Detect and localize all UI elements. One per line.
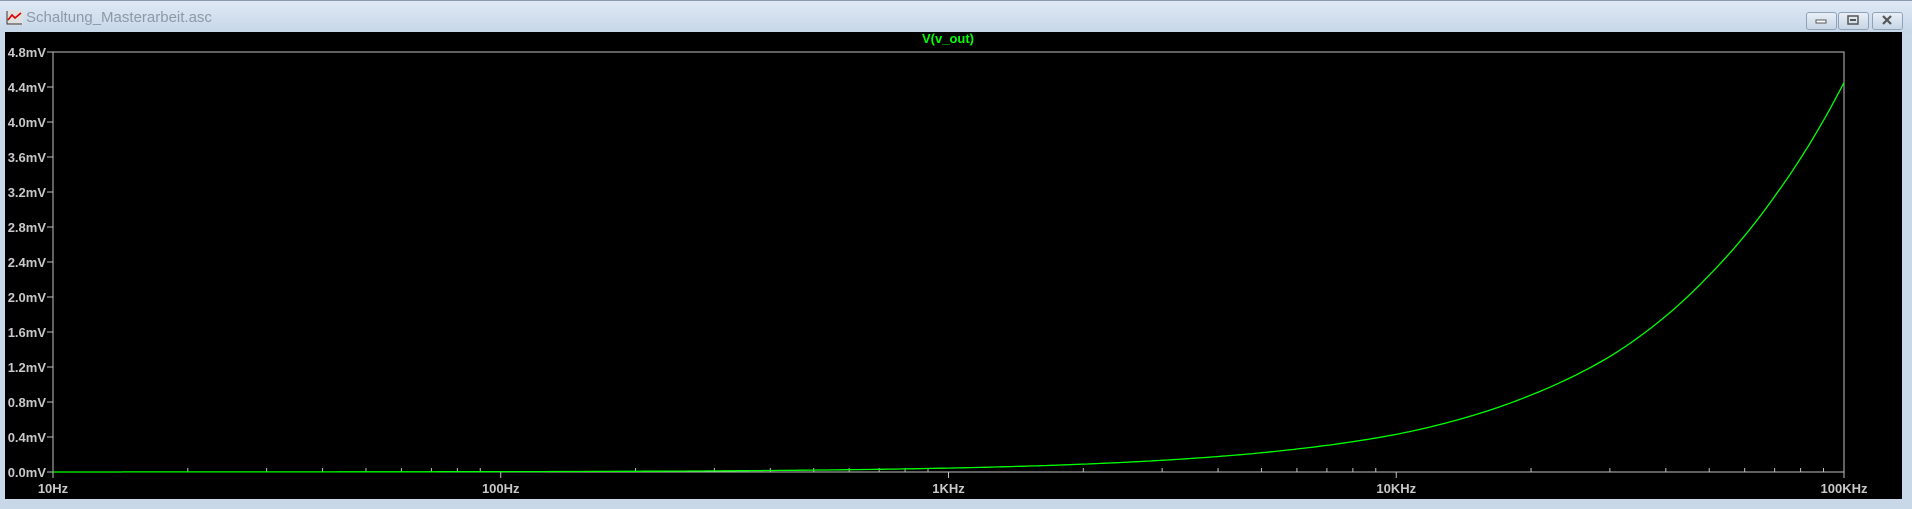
restore-icon (1847, 15, 1859, 25)
y-tick-label: 2.8mV (8, 220, 47, 235)
trace-label[interactable]: V(v_out) (922, 32, 974, 46)
y-tick-label: 2.0mV (8, 290, 47, 305)
close-icon (1882, 15, 1892, 25)
window-title: Schaltung_Masterarbeit.asc (26, 9, 212, 26)
x-tick-label: 10KHz (1376, 481, 1416, 496)
trace-v-out (53, 82, 1845, 473)
y-tick-label: 4.8mV (8, 45, 47, 60)
plot-frame (52, 51, 1845, 473)
y-tick-label: 0.4mV (8, 430, 47, 445)
x-tick-label: 10Hz (38, 481, 69, 496)
y-tick-label: 0.0mV (8, 465, 47, 480)
x-tick-label: 100Hz (482, 481, 520, 496)
waveform-chart: V(v_out) 0.0mV 0.4mV 0.8mV 1.2mV 1.6mV 2.0mV 2… (8, 32, 1868, 496)
y-tick-label: 1.6mV (8, 325, 47, 340)
y-tick-label: 3.6mV (8, 150, 47, 165)
y-tick-label: 2.4mV (8, 255, 47, 270)
x-tick-label: 100KHz (1821, 481, 1868, 496)
x-tick-label: 1KHz (932, 481, 965, 496)
y-tick-label: 1.2mV (8, 360, 47, 375)
minimize-icon (1815, 19, 1827, 24)
y-tick-label: 0.8mV (8, 395, 47, 410)
close-button[interactable] (1872, 12, 1903, 30)
waveform-app-icon (6, 10, 23, 25)
minimize-button[interactable] (1806, 12, 1837, 30)
y-tick-label: 3.2mV (8, 185, 47, 200)
title-bar: Schaltung_Masterarbeit.asc (0, 0, 1912, 33)
y-tick-label: 4.4mV (8, 80, 47, 95)
restore-button[interactable] (1838, 12, 1869, 30)
plot-pane[interactable]: V(v_out) 0.0mV 0.4mV 0.8mV 1.2mV 1.6mV 2.0mV 2… (5, 32, 1902, 499)
y-tick-label: 4.0mV (8, 115, 47, 130)
